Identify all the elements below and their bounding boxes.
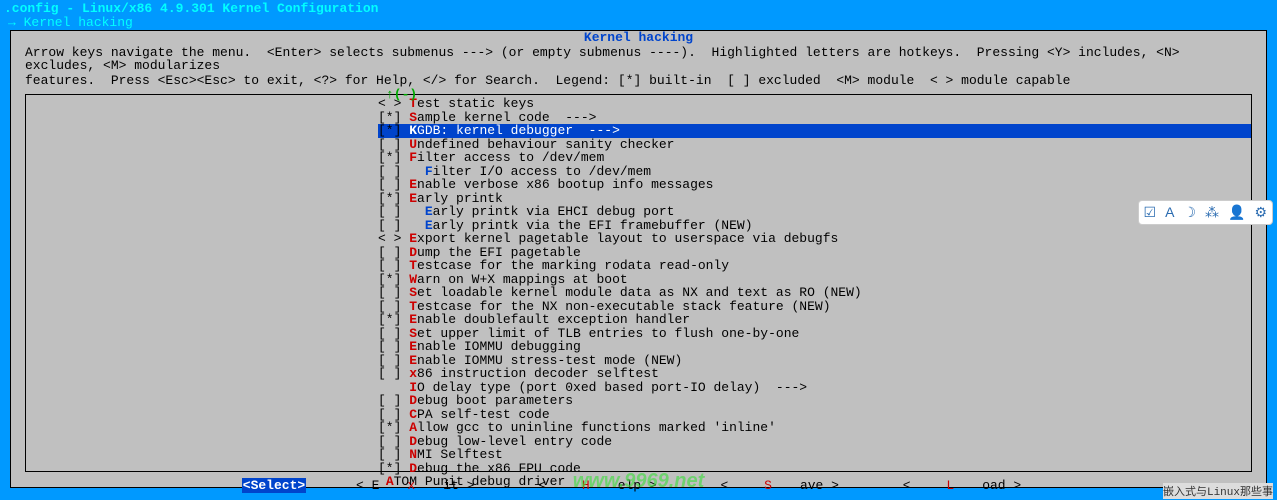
help-line-2: features. Press <Esc><Esc> to exit, <?> …	[11, 73, 1266, 88]
menu-item[interactable]: [ ] Debug low-level entry code	[378, 435, 1251, 449]
menu-item[interactable]: [*] Warn on W+X mappings at boot	[378, 273, 1251, 287]
help-line-1: Arrow keys navigate the menu. <Enter> se…	[11, 45, 1266, 73]
menu-item[interactable]: IO delay type (port 0xed based port-IO d…	[378, 381, 1251, 395]
menu-item[interactable]: [ ] Testcase for the NX non-executable s…	[378, 300, 1251, 314]
menu-items[interactable]: < > Test static keys[*] Sample kernel co…	[26, 97, 1251, 489]
menu-item[interactable]: ATOM Punit debug driver	[378, 475, 1251, 489]
scroll-up-indicator: ↑(-)	[386, 87, 417, 102]
menu-item[interactable]: [ ] NMI Selftest	[378, 448, 1251, 462]
browser-toolbar[interactable]: ☑ A ☽ ⁂ 👤 ⚙	[1138, 200, 1273, 225]
person-icon[interactable]: 👤	[1228, 204, 1245, 221]
menu-item[interactable]: [*] Filter access to /dev/mem	[378, 151, 1251, 165]
menu-item[interactable]: [ ] Enable IOMMU stress-test mode (NEW)	[378, 354, 1251, 368]
check-icon[interactable]: ☑	[1144, 204, 1157, 221]
menu-item[interactable]: [ ] Undefined behaviour sanity checker	[378, 138, 1251, 152]
font-icon[interactable]: A	[1165, 204, 1174, 221]
menu-item[interactable]: [ ] Enable verbose x86 bootup info messa…	[378, 178, 1251, 192]
menu-title: Kernel hacking	[11, 31, 1266, 45]
menu-item[interactable]: [ ] Early printk via the EFI framebuffer…	[378, 219, 1251, 233]
menu-item[interactable]: < > Test static keys	[378, 97, 1251, 111]
menu-item[interactable]: [ ] Set loadable kernel module data as N…	[378, 286, 1251, 300]
menu-item[interactable]: [ ] Dump the EFI pagetable	[378, 246, 1251, 260]
menu-item[interactable]: [*] Debug the x86 FPU code	[378, 462, 1251, 476]
breadcrumb: → Kernel hacking	[2, 16, 1275, 30]
menu-item[interactable]: [ ] Enable IOMMU debugging	[378, 340, 1251, 354]
menu-item[interactable]: [*] KGDB: kernel debugger --->	[378, 124, 1251, 138]
menu-item[interactable]: [ ] Filter I/O access to /dev/mem	[378, 165, 1251, 179]
menu-item[interactable]: [ ] Set upper limit of TLB entries to fl…	[378, 327, 1251, 341]
menu-item[interactable]: [ ] CPA self-test code	[378, 408, 1251, 422]
menu-item[interactable]: [ ] Early printk via EHCI debug port	[378, 205, 1251, 219]
window-title: .config - Linux/x86 4.9.301 Kernel Confi…	[2, 2, 1275, 16]
menu-item[interactable]: [*] Early printk	[378, 192, 1251, 206]
gear-icon[interactable]: ⚙	[1254, 204, 1267, 221]
menu-item[interactable]: [*] Allow gcc to uninline functions mark…	[378, 421, 1251, 435]
menu-item[interactable]: [ ] Debug boot parameters	[378, 394, 1251, 408]
footer-text: 嵌入式与Linux那些事	[1163, 483, 1273, 499]
menu-item[interactable]: [*] Sample kernel code --->	[378, 111, 1251, 125]
menu-item[interactable]: [*] Enable doublefault exception handler	[378, 313, 1251, 327]
menu-item[interactable]: [ ] Testcase for the marking rodata read…	[378, 259, 1251, 273]
menuconfig-dialog: Kernel hacking Arrow keys navigate the m…	[10, 30, 1267, 488]
moon-icon[interactable]: ☽	[1183, 204, 1196, 221]
menu-item[interactable]: < > Export kernel pagetable layout to us…	[378, 232, 1251, 246]
menu-item[interactable]: [ ] x86 instruction decoder selftest	[378, 367, 1251, 381]
menu-list-box: ↑(-) < > Test static keys[*] Sample kern…	[25, 94, 1252, 472]
sparkle-icon[interactable]: ⁂	[1205, 204, 1219, 221]
